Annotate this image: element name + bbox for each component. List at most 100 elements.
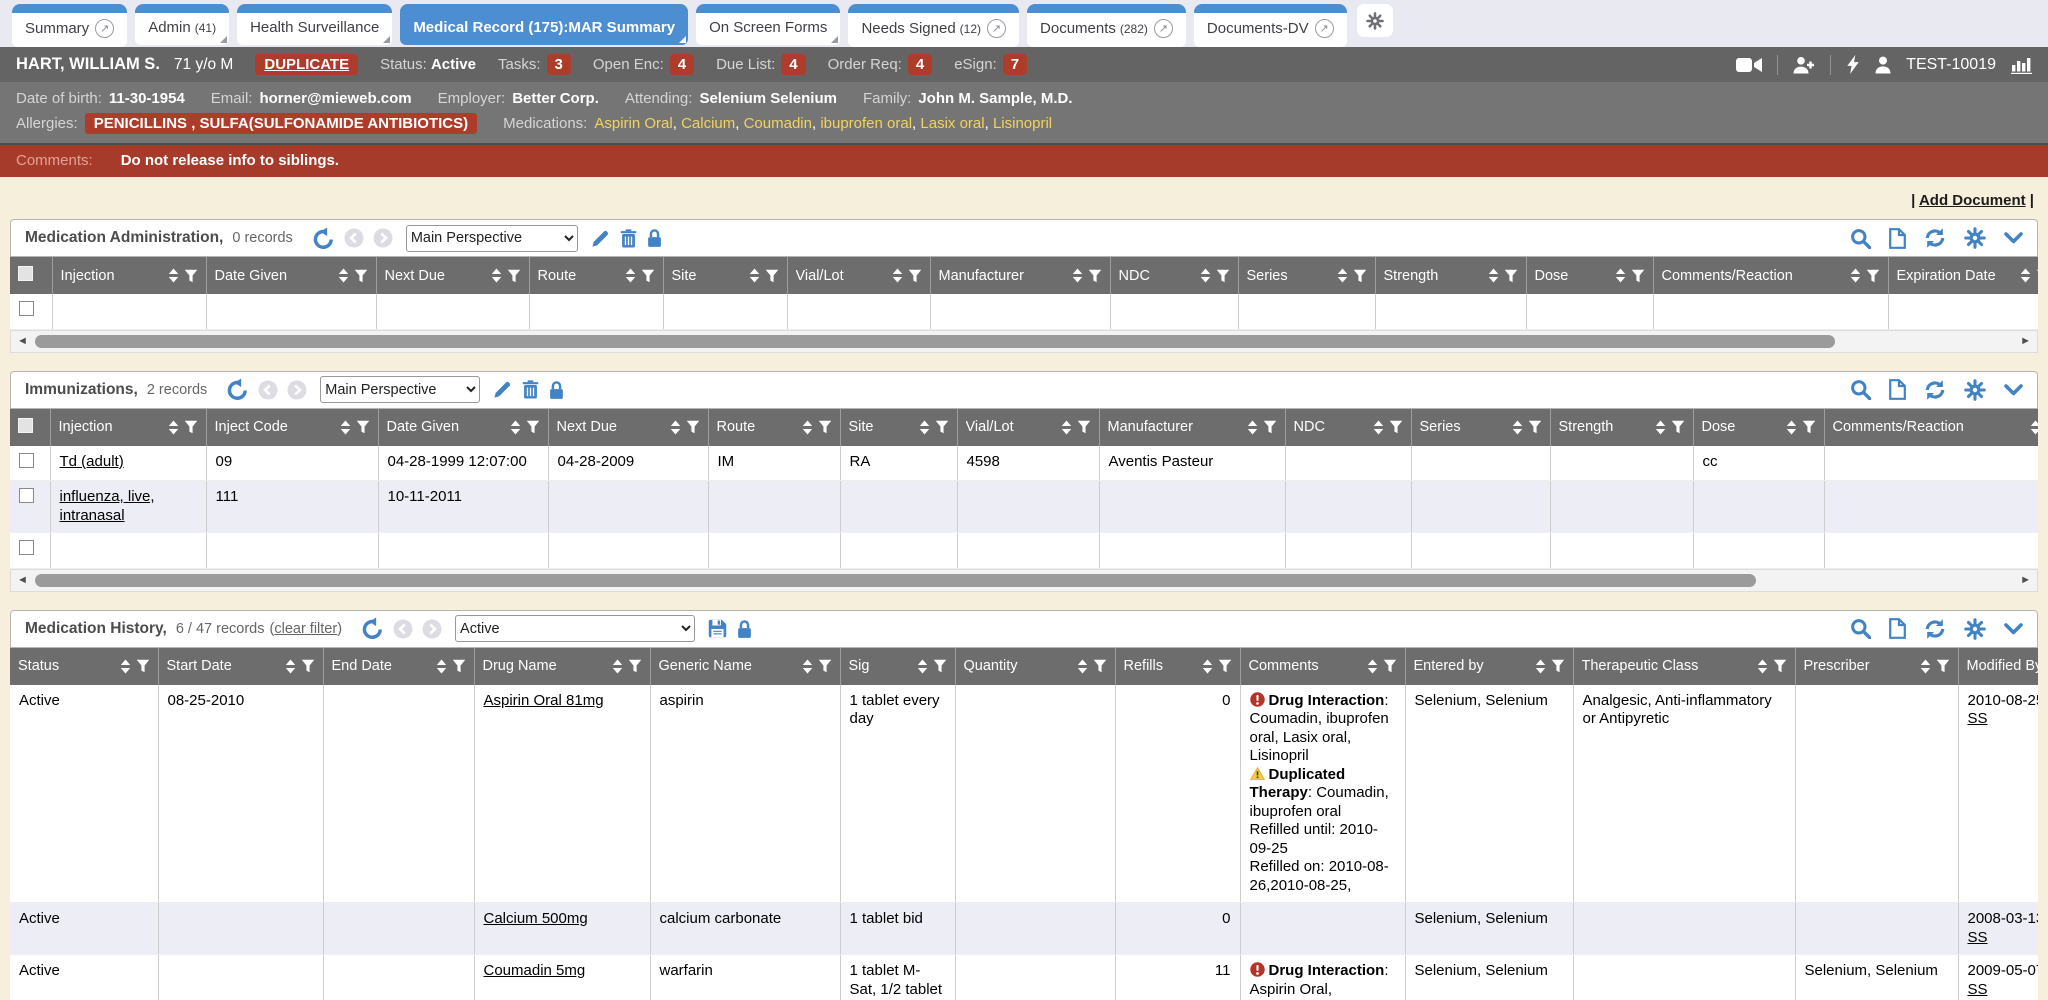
filter-icon[interactable] bbox=[1866, 269, 1880, 283]
col-header-route[interactable]: Route bbox=[708, 409, 840, 446]
duplicate-badge[interactable]: DUPLICATE bbox=[255, 54, 358, 75]
filter-icon[interactable] bbox=[301, 659, 315, 673]
col-header-end-date[interactable]: End Date bbox=[323, 648, 474, 685]
clear-filter-link[interactable]: clear filter bbox=[274, 621, 337, 637]
popout-icon[interactable]: ↗ bbox=[1154, 19, 1173, 38]
select-all-checkbox[interactable] bbox=[18, 266, 33, 281]
tab-admin[interactable]: Admin(41) bbox=[135, 4, 229, 45]
row-checkbox[interactable] bbox=[19, 453, 34, 468]
col-header-entered-by[interactable]: Entered by bbox=[1405, 648, 1573, 685]
filter-icon[interactable] bbox=[354, 269, 368, 283]
scroll-thumb[interactable] bbox=[35, 574, 1756, 587]
col-header-vial-lot[interactable]: Vial/Lot bbox=[787, 257, 930, 294]
sort-icon[interactable] bbox=[802, 659, 813, 674]
row-checkbox[interactable] bbox=[19, 301, 34, 316]
filter-icon[interactable] bbox=[1383, 659, 1397, 673]
filter-icon[interactable] bbox=[1218, 659, 1232, 673]
counter-badge[interactable]: 3 bbox=[547, 54, 571, 75]
pencil-icon[interactable] bbox=[591, 229, 610, 248]
add-document-link[interactable]: Add Document bbox=[1919, 192, 2026, 209]
col-header-status[interactable]: Status bbox=[10, 648, 158, 685]
sort-icon[interactable] bbox=[2030, 420, 2038, 435]
document-icon[interactable] bbox=[1889, 618, 1906, 639]
filter-icon[interactable] bbox=[2036, 269, 2038, 283]
sort-icon[interactable] bbox=[168, 268, 179, 283]
filter-icon[interactable] bbox=[818, 659, 832, 673]
col-header-modified-by[interactable]: Modified By bbox=[1958, 648, 2038, 685]
add-person-icon[interactable] bbox=[1793, 56, 1815, 74]
filter-icon[interactable] bbox=[1802, 420, 1816, 434]
filter-icon[interactable] bbox=[933, 659, 947, 673]
refresh-icon[interactable] bbox=[1924, 618, 1946, 640]
filter-icon[interactable] bbox=[628, 659, 642, 673]
sort-icon[interactable] bbox=[1512, 420, 1523, 435]
cell-link[interactable]: Aspirin Oral 81mg bbox=[484, 692, 604, 709]
sort-icon[interactable] bbox=[917, 659, 928, 674]
col-header-manufacturer[interactable]: Manufacturer bbox=[930, 257, 1110, 294]
scroll-track[interactable] bbox=[35, 335, 2013, 348]
filter-icon[interactable] bbox=[1263, 420, 1277, 434]
scroll-thumb[interactable] bbox=[35, 335, 1835, 348]
cell-link[interactable]: influenza, live, intranasal bbox=[60, 488, 155, 524]
filter-icon[interactable] bbox=[1504, 269, 1518, 283]
sort-icon[interactable] bbox=[670, 420, 681, 435]
lock-icon[interactable] bbox=[549, 380, 564, 400]
filter-icon[interactable] bbox=[818, 420, 832, 434]
scroll-left-arrow[interactable]: ◄ bbox=[17, 575, 28, 586]
filter-icon[interactable] bbox=[1773, 659, 1787, 673]
col-header-series[interactable]: Series bbox=[1238, 257, 1375, 294]
medication-link[interactable]: ibuprofen oral bbox=[820, 115, 912, 132]
sort-icon[interactable] bbox=[1850, 268, 1861, 283]
gear-icon[interactable] bbox=[1964, 227, 1986, 249]
col-header-strength[interactable]: Strength bbox=[1550, 409, 1693, 446]
sort-icon[interactable] bbox=[1920, 659, 1931, 674]
modified-by-user-link[interactable]: SS bbox=[1968, 929, 1988, 946]
col-header-next-due[interactable]: Next Due bbox=[548, 409, 708, 446]
col-header-inject-code[interactable]: Inject Code bbox=[206, 409, 378, 446]
filter-icon[interactable] bbox=[356, 420, 370, 434]
filter-icon[interactable] bbox=[507, 269, 521, 283]
filter-icon[interactable] bbox=[935, 420, 949, 434]
col-header-therapeutic-class[interactable]: Therapeutic Class bbox=[1573, 648, 1795, 685]
sort-icon[interactable] bbox=[1061, 420, 1072, 435]
popout-icon[interactable]: ↗ bbox=[95, 19, 114, 38]
filter-icon[interactable] bbox=[686, 420, 700, 434]
sort-icon[interactable] bbox=[625, 268, 636, 283]
gear-icon[interactable] bbox=[1964, 379, 1986, 401]
collapse-icon[interactable] bbox=[2004, 384, 2023, 396]
sort-icon[interactable] bbox=[919, 420, 930, 435]
sort-icon[interactable] bbox=[1202, 659, 1213, 674]
filter-icon[interactable] bbox=[1936, 659, 1950, 673]
popout-icon[interactable]: ↗ bbox=[987, 19, 1006, 38]
filter-icon[interactable] bbox=[641, 269, 655, 283]
trash-icon[interactable] bbox=[522, 380, 539, 399]
col-header-date-given[interactable]: Date Given bbox=[378, 409, 548, 446]
col-header-dose[interactable]: Dose bbox=[1526, 257, 1653, 294]
modified-by-user-link[interactable]: SS bbox=[1968, 710, 1988, 727]
cell-link[interactable]: Td (adult) bbox=[60, 453, 124, 470]
col-header-injection[interactable]: Injection bbox=[52, 257, 206, 294]
row-checkbox[interactable] bbox=[19, 488, 34, 503]
refresh-icon[interactable] bbox=[1924, 379, 1946, 401]
col-header-date-given[interactable]: Date Given bbox=[206, 257, 376, 294]
sort-icon[interactable] bbox=[1373, 420, 1384, 435]
counter-badge[interactable]: 4 bbox=[781, 54, 805, 75]
col-header-next-due[interactable]: Next Due bbox=[376, 257, 529, 294]
person-icon[interactable] bbox=[1875, 56, 1891, 74]
col-header-start-date[interactable]: Start Date bbox=[158, 648, 323, 685]
medication-history-perspective-select[interactable]: Active bbox=[455, 615, 695, 642]
sort-icon[interactable] bbox=[1655, 420, 1666, 435]
medication-link[interactable]: Calcium bbox=[681, 115, 735, 132]
counter-badge[interactable]: 4 bbox=[908, 54, 932, 75]
trash-icon[interactable] bbox=[620, 229, 637, 248]
filter-icon[interactable] bbox=[184, 269, 198, 283]
select-all-checkbox[interactable] bbox=[18, 418, 33, 433]
sort-icon[interactable] bbox=[612, 659, 623, 674]
camera-icon[interactable] bbox=[1736, 57, 1762, 73]
filter-icon[interactable] bbox=[452, 659, 466, 673]
sort-icon[interactable] bbox=[1200, 268, 1211, 283]
col-header-series[interactable]: Series bbox=[1411, 409, 1550, 446]
document-icon[interactable] bbox=[1889, 228, 1906, 249]
col-header-site[interactable]: Site bbox=[840, 409, 957, 446]
col-header-prescriber[interactable]: Prescriber bbox=[1795, 648, 1958, 685]
